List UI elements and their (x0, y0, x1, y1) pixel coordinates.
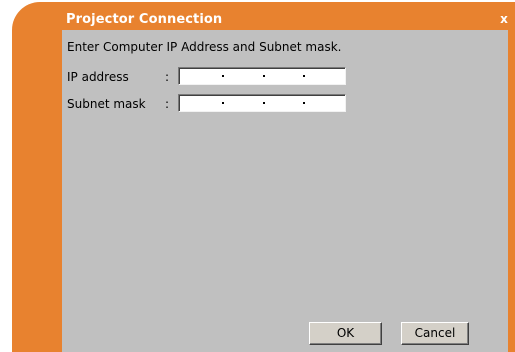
ip-address-dot (303, 75, 305, 77)
projector-connection-dialog: Projector Connection x Enter Computer IP… (0, 0, 515, 352)
ip-address-dot (222, 75, 224, 77)
ip-address-dot (263, 75, 265, 77)
subnet-mask-dot (263, 102, 265, 104)
close-icon[interactable]: x (497, 12, 511, 26)
subnet-mask-input[interactable] (178, 94, 346, 112)
ip-address-label: IP address (67, 70, 129, 84)
ip-address-input[interactable] (178, 67, 346, 85)
dialog-body: Enter Computer IP Address and Subnet mas… (62, 30, 508, 352)
ok-button[interactable]: OK (309, 322, 382, 345)
instruction-text: Enter Computer IP Address and Subnet mas… (67, 40, 342, 54)
subnet-mask-colon: : (165, 97, 170, 111)
dialog-title: Projector Connection (66, 12, 223, 27)
subnet-mask-dot (222, 102, 224, 104)
title-bar[interactable]: Projector Connection x (62, 8, 511, 30)
cancel-button[interactable]: Cancel (401, 322, 469, 345)
subnet-mask-dot (303, 102, 305, 104)
ip-address-colon: : (165, 70, 170, 84)
subnet-mask-label: Subnet mask (67, 97, 146, 111)
